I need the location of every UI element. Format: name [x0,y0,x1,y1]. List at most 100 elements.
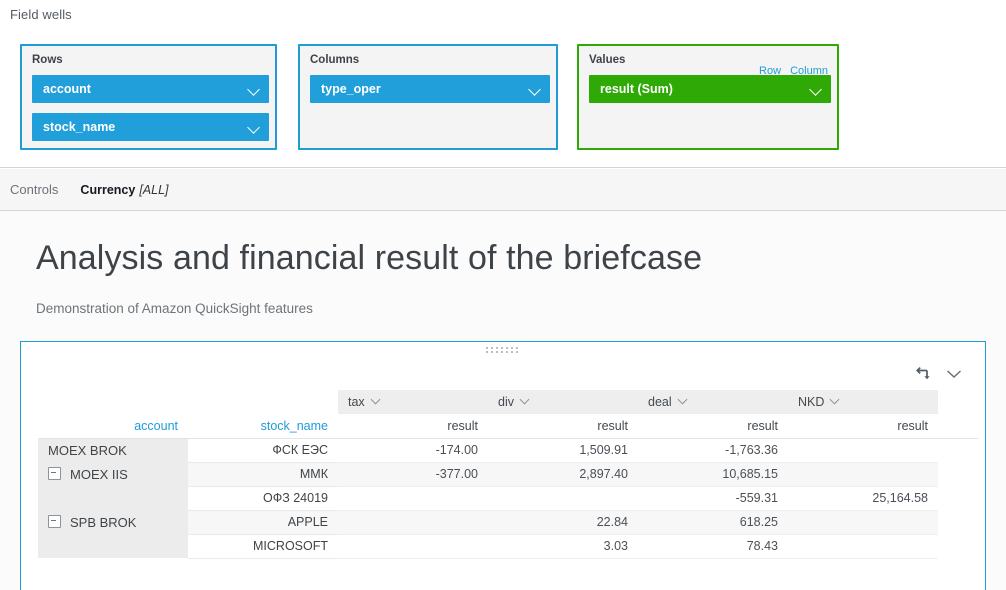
value-cell-div[interactable]: 1,509.91 [488,438,638,463]
value-cell-nkd[interactable]: 25,164.58 [788,486,938,511]
metric-header-tax: result [338,414,488,439]
row-stock-cell[interactable]: MICROSOFT [188,534,338,559]
value-cell-deal[interactable]: -559.31 [638,486,788,511]
row-account-cell[interactable] [38,534,188,558]
chevron-down-icon[interactable] [521,396,530,405]
row-account-cell[interactable]: MOEX BROK [38,438,188,462]
drag-dot [501,347,503,349]
metric-header-deal: result [638,414,788,439]
value-cell-div[interactable]: 2,897.40 [488,462,638,487]
value-cell-nkd[interactable] [788,438,938,463]
value-cell-div[interactable]: 22.84 [488,510,638,535]
table-row[interactable]: SPB BROK APPLE 22.84 618.25 [38,510,978,535]
chevron-down-icon[interactable] [372,396,381,405]
column-group-nkd[interactable]: NKD [788,390,938,415]
field-pill-type-oper[interactable]: type_oper [310,75,550,103]
field-wells-title: Field wells [10,7,72,22]
value-cell-tax[interactable] [338,510,488,535]
pivot-overflow-cell [938,486,978,510]
column-group-div-label: div [498,394,514,409]
row-account-label: MOEX IIS [70,466,128,482]
chevron-down-icon[interactable] [945,368,963,380]
visual-drag-handle[interactable] [486,347,520,353]
table-row[interactable]: MOEX IIS ММК -377.00 2,897.40 10,685.15 [38,462,978,487]
pivot-metric-row: account stock_name result result result … [38,414,978,439]
row-header-stock-name[interactable]: stock_name [188,414,338,439]
row-header-account[interactable]: account [38,414,188,439]
drag-dot [506,351,508,353]
field-pill-account[interactable]: account [32,75,269,103]
value-cell-div[interactable]: 3.03 [488,534,638,559]
value-cell-deal[interactable]: -1,763.36 [638,438,788,463]
chevron-down-icon[interactable] [248,83,261,96]
column-group-div[interactable]: div [488,390,638,415]
row-stock-cell[interactable]: APPLE [188,510,338,535]
pivot-column-group-row: tax div deal NKD [38,390,978,415]
value-cell-tax[interactable] [338,486,488,511]
pivot-overflow-cell [938,438,978,462]
chevron-down-icon[interactable] [810,83,823,96]
field-pill-account-label: account [43,82,91,96]
page-title: Analysis and financial result of the bri… [36,239,703,277]
table-row[interactable]: MOEX BROK ФСК ЕЭС -174.00 1,509.91 -1,76… [38,438,978,463]
row-account-cell[interactable]: MOEX IIS [38,462,188,486]
value-cell-nkd[interactable] [788,462,938,487]
value-cell-nkd[interactable] [788,534,938,559]
collapse-icon[interactable] [48,466,61,480]
field-well-rows[interactable]: Rows account stock_name [20,44,277,150]
column-group-deal[interactable]: deal [638,390,788,415]
row-stock-cell[interactable]: ОФЗ 24019 [188,486,338,511]
value-cell-tax[interactable] [338,534,488,559]
pivot-table-visual[interactable]: tax div deal NKD account stock_name resu… [20,341,986,590]
value-cell-deal[interactable]: 78.43 [638,534,788,559]
field-pill-result-sum[interactable]: result (Sum) [589,75,831,103]
drag-dot [496,347,498,349]
chevron-down-icon[interactable] [831,396,840,405]
drag-dot [486,347,488,349]
collapse-icon[interactable] [48,514,61,528]
row-account-label: MOEX BROK [48,442,127,458]
field-well-values[interactable]: Values Row Column result (Sum) [577,44,839,150]
field-pill-stock-name-label: stock_name [43,120,116,134]
pivot-table: tax div deal NKD account stock_name resu… [38,390,978,559]
value-cell-tax[interactable]: -174.00 [338,438,488,463]
row-account-cell[interactable]: SPB BROK [38,510,188,534]
row-account-cell[interactable] [38,486,188,510]
table-row[interactable]: MICROSOFT 3.03 78.43 [38,534,978,559]
value-cell-deal[interactable]: 10,685.15 [638,462,788,487]
control-currency[interactable]: Currency [ALL] [80,183,168,197]
drag-dot [511,347,513,349]
row-stock-cell[interactable]: ФСК ЕЭС [188,438,338,463]
pivot-corner-cell [188,390,338,414]
chevron-down-icon[interactable] [679,396,688,405]
drag-dot [506,347,508,349]
transpose-icon[interactable] [914,365,931,382]
pivot-overflow-cell [938,462,978,486]
value-cell-tax[interactable]: -377.00 [338,462,488,487]
controls-bar: Controls Currency [ALL] [0,169,1006,211]
chevron-down-icon[interactable] [248,121,261,134]
column-group-tax[interactable]: tax [338,390,488,415]
pivot-overflow-cell [938,534,978,558]
column-group-nkd-label: NKD [798,394,825,409]
chevron-down-icon[interactable] [529,83,542,96]
metric-header-nkd: result [788,414,938,439]
column-group-deal-label: deal [648,394,672,409]
drag-dot [501,351,503,353]
field-well-values-label: Values [589,54,626,66]
metric-header-div: result [488,414,638,439]
value-cell-nkd[interactable] [788,510,938,535]
field-pill-stock-name[interactable]: stock_name [32,113,269,141]
field-pill-result-sum-label: result (Sum) [600,82,673,96]
row-stock-cell[interactable]: ММК [188,462,338,487]
value-cell-deal[interactable]: 618.25 [638,510,788,535]
pivot-overflow-cell [938,510,978,534]
page-subtitle: Demonstration of Amazon QuickSight featu… [36,301,313,316]
table-row[interactable]: ОФЗ 24019 -559.31 25,164.58 [38,486,978,511]
value-cell-div[interactable] [488,486,638,511]
drag-dot [496,351,498,353]
pivot-overflow-cell [938,390,978,414]
field-well-columns[interactable]: Columns type_oper [298,44,558,150]
visual-actions [914,365,963,382]
pivot-corner-cell [38,390,188,414]
